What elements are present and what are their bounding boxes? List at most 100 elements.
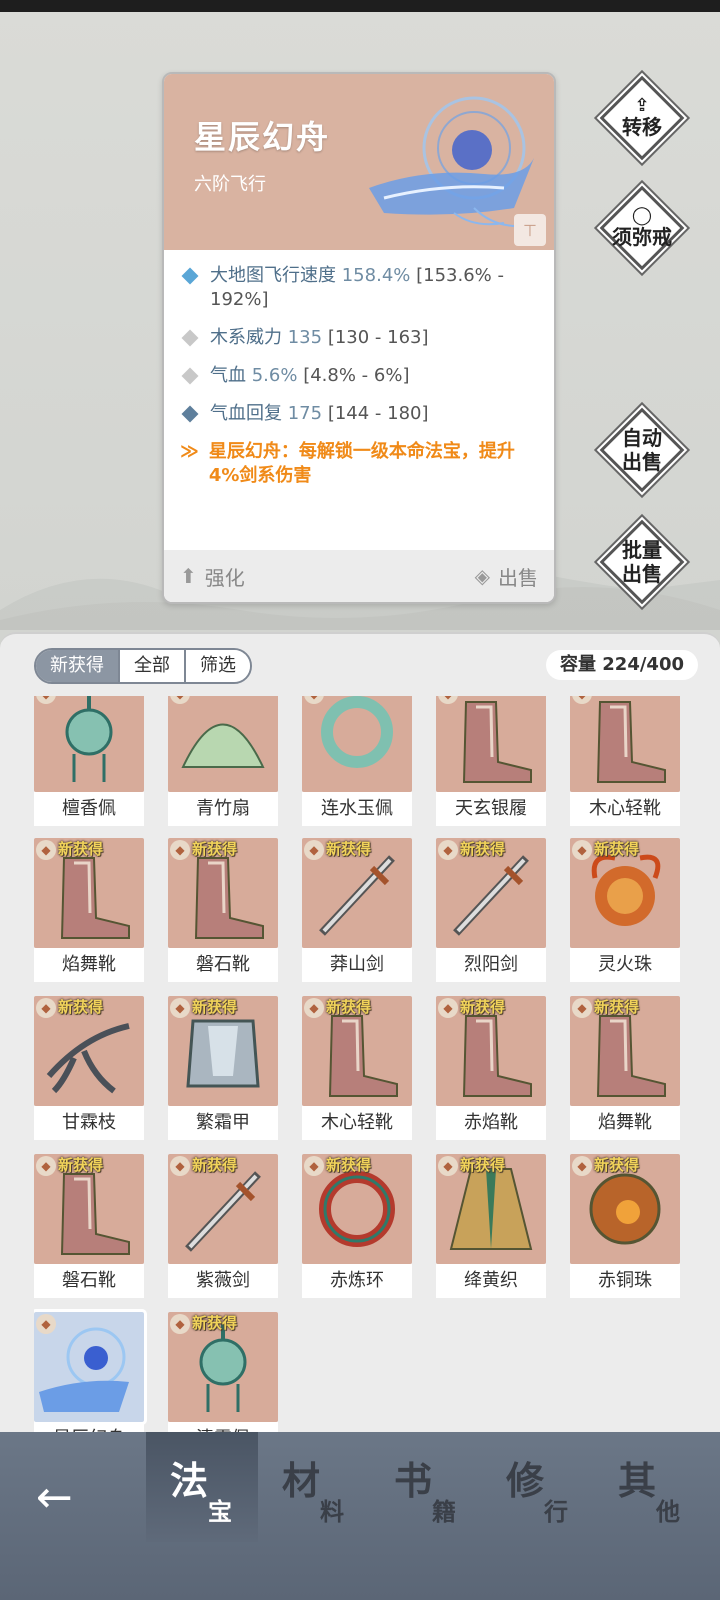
- inventory-panel: 新获得 全部 筛选 容量 224/400 ◆檀香佩◆青竹扇◆连水玉佩◆天玄银履◆…: [0, 632, 720, 1434]
- status-bar: [0, 0, 720, 12]
- batch-sell-button[interactable]: 批量出售: [596, 516, 688, 608]
- item-image: ◆ 新获得: [34, 838, 144, 948]
- enhance-label: 强化: [204, 565, 245, 590]
- item-name: 绛黄织: [436, 1264, 546, 1298]
- inventory-grid: ◆檀香佩◆青竹扇◆连水玉佩◆天玄银履◆木心轻靴◆新获得焰舞靴◆新获得磐石靴◆新获…: [34, 696, 694, 1434]
- inventory-item[interactable]: ◆ 新获得 赤铜珠: [570, 1154, 680, 1298]
- arrow-up-icon: ⬆: [180, 564, 197, 588]
- nav-tab-small: 行: [544, 1498, 568, 1526]
- item-image: ◆ 新获得: [168, 1312, 278, 1422]
- transfer-label: 转移: [622, 115, 662, 139]
- stat-text: 大地图飞行速度 158.4% [153.6% - 192%]: [210, 265, 504, 310]
- nav-tab-big: 其: [618, 1459, 657, 1503]
- item-image: ◆: [34, 696, 144, 792]
- auto-sell-button[interactable]: 自动出售: [596, 404, 688, 496]
- nav-tab-big: 书: [394, 1459, 433, 1503]
- item-name: 连水玉佩: [302, 792, 412, 826]
- inventory-item[interactable]: ◆ 新获得 烈阳剑: [436, 838, 546, 982]
- diamond-bullet-icon: [181, 405, 199, 423]
- item-image: ◆: [302, 696, 412, 792]
- nav-tab-cultivation[interactable]: 修 行: [482, 1432, 594, 1542]
- inventory-item[interactable]: ◆ 新获得 焰舞靴: [570, 996, 680, 1140]
- inventory-item[interactable]: ◆星辰幻舟: [34, 1309, 147, 1434]
- inventory-item[interactable]: ◆ 新获得 焰舞靴: [34, 838, 144, 982]
- diamond-bullet-icon: [181, 267, 199, 285]
- nav-tab-other[interactable]: 其 他: [594, 1432, 706, 1542]
- inventory-item[interactable]: ◆ 新获得 赤焰靴: [436, 996, 546, 1140]
- item-type-icon: ◆: [438, 1156, 458, 1176]
- item-name: 紫薇剑: [168, 1264, 278, 1298]
- enhance-button[interactable]: ⬆ 强化: [180, 562, 245, 591]
- item-name: 檀香佩: [34, 792, 144, 826]
- bottom-nav: ← 法 宝 材 料 书 籍 修 行 其 他: [0, 1432, 720, 1600]
- item-name: 焰舞靴: [570, 1106, 680, 1140]
- inventory-item[interactable]: ◆ 新获得 绛黄织: [436, 1154, 546, 1298]
- auto-sell-label: 自动出售: [622, 426, 662, 474]
- nav-tab-big: 修: [506, 1459, 545, 1503]
- tab-all[interactable]: 全部: [120, 650, 186, 682]
- nav-tab-materials[interactable]: 材 料: [258, 1432, 370, 1542]
- inventory-item[interactable]: ◆木心轻靴: [570, 696, 680, 826]
- item-type-icon: ◆: [572, 1156, 592, 1176]
- boots-icon: [596, 701, 666, 783]
- storage-ring-button[interactable]: ◯ 须弥戒: [596, 182, 688, 274]
- new-badge: 新获得: [58, 998, 104, 1016]
- item-image: ◆ 新获得: [168, 996, 278, 1106]
- stat-row: 木系威力 135 [130 - 163]: [180, 326, 545, 350]
- nav-tab-small: 宝: [208, 1498, 232, 1526]
- item-type-icon: ◆: [572, 840, 592, 860]
- item-type-icon: ◆: [170, 1156, 190, 1176]
- inventory-tabs: 新获得 全部 筛选: [34, 648, 252, 684]
- inventory-item[interactable]: ◆ 新获得 磐石靴: [34, 1154, 144, 1298]
- inventory-item[interactable]: ◆ 新获得 灵火珠: [570, 838, 680, 982]
- back-arrow-icon[interactable]: ←: [36, 1468, 96, 1528]
- stat-row: 气血回复 175 [144 - 180]: [180, 402, 545, 426]
- inventory-item[interactable]: ◆ 新获得 莽山剑: [302, 838, 412, 982]
- nav-tab-treasure[interactable]: 法 宝: [146, 1432, 258, 1542]
- transfer-button[interactable]: ⇪ 转移: [596, 72, 688, 164]
- item-name: 磐石靴: [168, 948, 278, 982]
- item-image: ◆ 新获得: [168, 838, 278, 948]
- inventory-item[interactable]: ◆青竹扇: [168, 696, 278, 826]
- item-type-icon: ◆: [170, 840, 190, 860]
- new-badge: 新获得: [594, 840, 640, 858]
- inventory-item[interactable]: ◆ 新获得 甘霖枝: [34, 996, 144, 1140]
- inventory-item[interactable]: ◆ 新获得 磐石靴: [168, 838, 278, 982]
- sell-button[interactable]: ◈ 出售: [475, 562, 538, 591]
- diamond-bullet-icon: [181, 367, 199, 385]
- item-name: 赤铜珠: [570, 1264, 680, 1298]
- item-name: 赤焰靴: [436, 1106, 546, 1140]
- item-image: ◆ 新获得: [302, 838, 412, 948]
- inventory-item[interactable]: ◆ 新获得 木心轻靴: [302, 996, 412, 1140]
- inventory-item[interactable]: ◆檀香佩: [34, 696, 144, 826]
- item-title: 星辰幻舟: [194, 118, 331, 156]
- new-badge: 新获得: [192, 998, 238, 1016]
- inventory-item[interactable]: ◆天玄银履: [436, 696, 546, 826]
- inventory-item[interactable]: ◆连水玉佩: [302, 696, 412, 826]
- item-subtitle: 六阶飞行: [194, 174, 266, 195]
- inventory-item[interactable]: ◆ 新获得紫薇剑: [168, 1154, 278, 1298]
- new-badge: 新获得: [460, 840, 506, 858]
- stat-row: 大地图飞行速度 158.4% [153.6% - 192%]: [180, 264, 545, 312]
- item-detail-header: 星辰幻舟 六阶飞行 ⊤: [164, 74, 554, 250]
- capacity-label: 容量 224/400: [546, 650, 698, 680]
- stat-text: 气血回复 175 [144 - 180]: [210, 403, 429, 424]
- nav-tab-books[interactable]: 书 籍: [370, 1432, 482, 1542]
- inventory-item[interactable]: ◆新获得清霜佩: [168, 1312, 278, 1434]
- item-image: ◆ 新获得: [436, 996, 546, 1106]
- item-actions: ⬆ 强化 ◈ 出售: [164, 550, 554, 602]
- inventory-item[interactable]: ◆ 新获得 赤炼环: [302, 1154, 412, 1298]
- item-image: ◆ 新获得: [436, 1154, 546, 1264]
- new-badge: 新获得: [192, 1156, 238, 1174]
- tab-new[interactable]: 新获得: [36, 650, 120, 682]
- inventory-item[interactable]: ◆ 新获得 繁霜甲: [168, 996, 278, 1140]
- lock-icon[interactable]: ⊤: [514, 214, 546, 246]
- item-type-icon: ◆: [170, 998, 190, 1018]
- tab-filter[interactable]: 筛选: [186, 650, 250, 682]
- new-badge: 新获得: [326, 1156, 372, 1174]
- batch-sell-label: 批量出售: [622, 538, 662, 586]
- item-name: 青竹扇: [168, 792, 278, 826]
- stat-text: 木系威力 135 [130 - 163]: [210, 327, 429, 348]
- item-name: 磐石靴: [34, 1264, 144, 1298]
- fan-icon: [181, 723, 265, 768]
